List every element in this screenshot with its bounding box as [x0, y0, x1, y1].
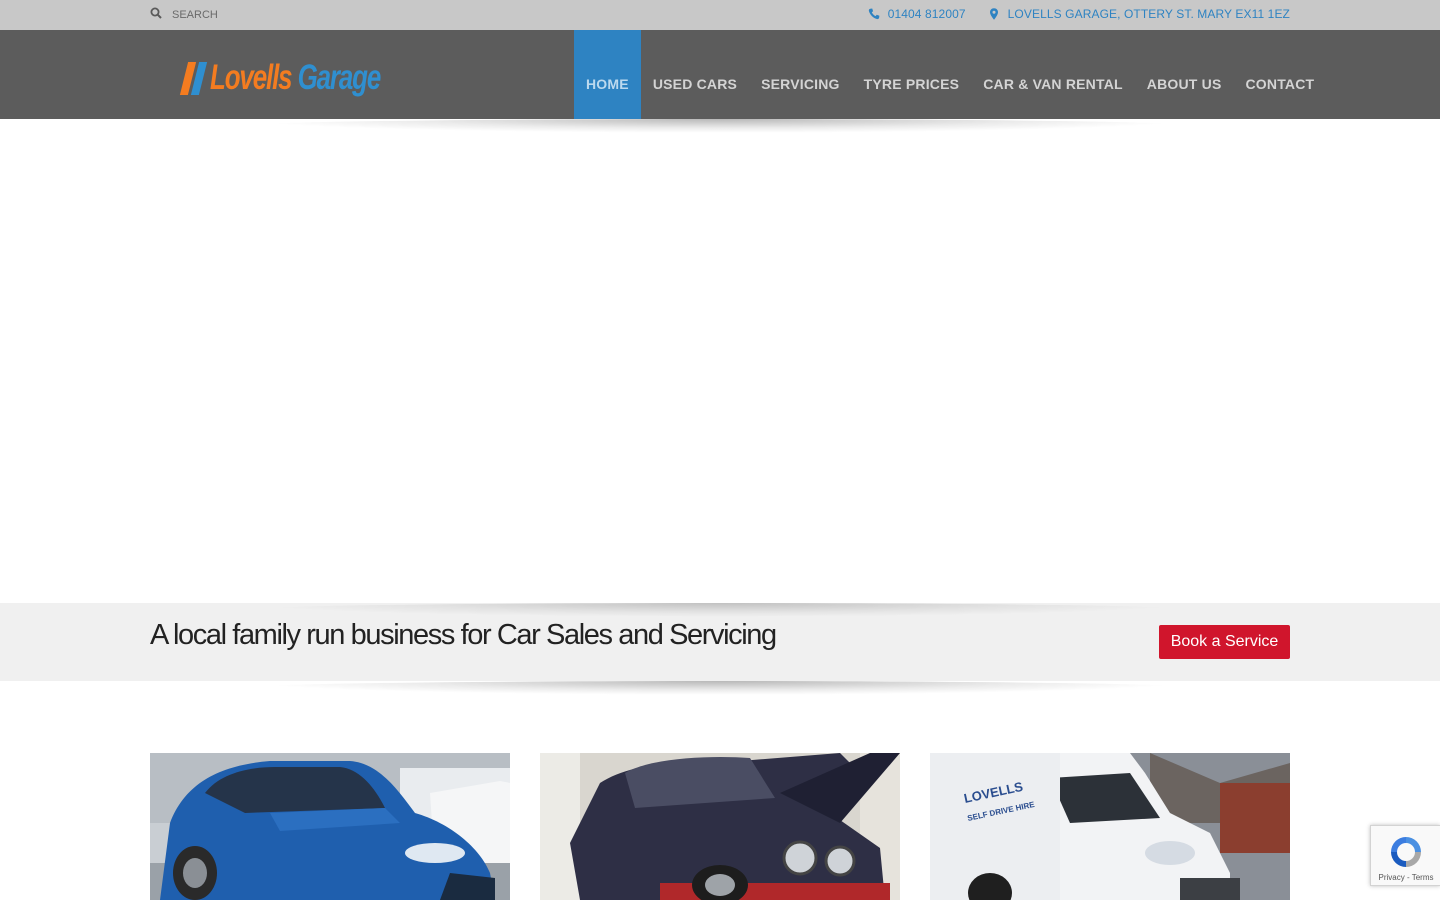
nav-item-servicing[interactable]: SERVICING	[749, 30, 852, 119]
phone-number: 01404 812007	[887, 7, 966, 21]
card-servicing-image[interactable]	[540, 753, 900, 900]
nav-item-about-us[interactable]: ABOUT US	[1135, 30, 1234, 119]
search-form	[150, 6, 352, 24]
logo-text: Lovells Garage	[210, 58, 381, 97]
card-used-cars-image[interactable]	[150, 753, 510, 900]
map-marker-icon	[989, 8, 998, 20]
recaptcha-badge[interactable]: Privacy - Terms	[1370, 825, 1440, 886]
logo-mark-icon	[179, 61, 208, 95]
top-bar: 01404 812007 LOVELLS GARAGE, OTTERY ST. …	[0, 0, 1440, 30]
hero-slider	[0, 119, 1440, 603]
search-input[interactable]	[172, 6, 352, 24]
main-nav: HOME USED CARS SERVICING TYRE PRICES CAR…	[574, 30, 1326, 119]
nav-item-car-van-rental[interactable]: CAR & VAN RENTAL	[971, 30, 1135, 119]
band-shadow-top	[240, 603, 1200, 617]
address-link[interactable]: LOVELLS GARAGE, OTTERY ST. MARY EX11 1EZ	[988, 7, 1290, 21]
tagline: A local family run business for Car Sale…	[150, 619, 777, 651]
header-shadow	[240, 119, 1200, 133]
nav-item-used-cars[interactable]: USED CARS	[641, 30, 749, 119]
phone-link[interactable]: 01404 812007	[868, 7, 966, 21]
recaptcha-icon	[1391, 837, 1421, 867]
contact-info: 01404 812007 LOVELLS GARAGE, OTTERY ST. …	[846, 7, 1290, 21]
nav-item-contact[interactable]: CONTACT	[1234, 30, 1327, 119]
book-service-button[interactable]: Book a Service	[1159, 625, 1290, 659]
white-self-drive-hire-van-photo: LOVELLS SELF DRIVE HIRE	[930, 753, 1290, 900]
address-text: LOVELLS GARAGE, OTTERY ST. MARY EX11 1EZ	[1007, 7, 1290, 21]
nav-item-home[interactable]: HOME	[574, 30, 641, 119]
blue-hatchback-photo	[150, 753, 510, 900]
band-shadow-bottom	[240, 681, 1200, 695]
site-header: Lovells Garage HOME USED CARS SERVICING …	[0, 30, 1440, 119]
site-logo[interactable]: Lovells Garage	[179, 55, 388, 101]
car-on-service-ramp-photo	[540, 753, 900, 900]
recaptcha-links[interactable]: Privacy - Terms	[1371, 873, 1440, 882]
card-rental-image[interactable]: LOVELLS SELF DRIVE HIRE	[930, 753, 1290, 900]
nav-item-tyre-prices[interactable]: TYRE PRICES	[852, 30, 972, 119]
search-icon[interactable]	[150, 6, 162, 24]
phone-icon	[868, 8, 880, 20]
